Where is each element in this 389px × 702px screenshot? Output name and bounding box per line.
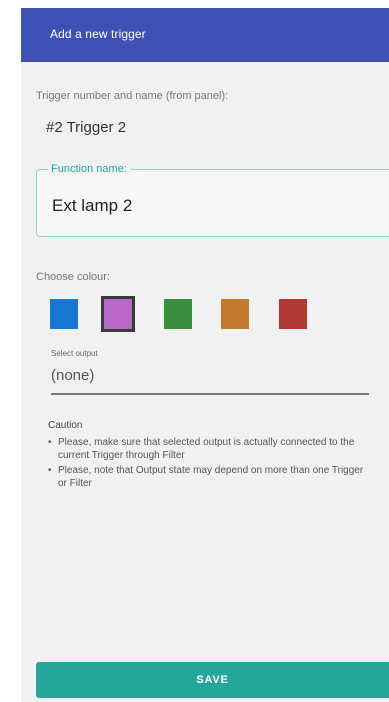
caution-list: • Please, make sure that selected output … bbox=[48, 436, 373, 492]
colour-label: Choose colour: bbox=[36, 271, 110, 283]
dialog-panel: Add a new trigger Trigger number and nam… bbox=[21, 8, 389, 702]
colour-swatch-green[interactable] bbox=[164, 299, 192, 329]
caution-text: Please, note that Output state may depen… bbox=[58, 465, 364, 489]
select-output-dropdown[interactable]: (none) bbox=[51, 367, 94, 384]
caution-title: Caution bbox=[48, 420, 83, 431]
select-output-underline bbox=[51, 393, 369, 395]
bullet-icon: • bbox=[48, 437, 52, 448]
save-button[interactable]: SAVE bbox=[36, 662, 389, 698]
trigger-value: #2 Trigger 2 bbox=[46, 119, 127, 136]
colour-swatch-red[interactable] bbox=[279, 299, 307, 329]
colour-swatch-orange[interactable] bbox=[221, 299, 249, 329]
app-bar-title: Add a new trigger bbox=[50, 27, 146, 41]
bullet-icon: • bbox=[48, 465, 52, 476]
caution-item: • Please, make sure that selected output … bbox=[48, 436, 373, 462]
colour-swatch-blue[interactable] bbox=[50, 299, 78, 329]
function-name-label: Function name: bbox=[48, 163, 130, 175]
select-output-label: Select output bbox=[51, 349, 98, 358]
colour-swatch-purple[interactable] bbox=[101, 296, 135, 332]
app-bar: Add a new trigger bbox=[21, 8, 389, 62]
caution-text: Please, make sure that selected output i… bbox=[58, 437, 355, 461]
trigger-label: Trigger number and name (from panel): bbox=[36, 90, 229, 102]
caution-item: • Please, note that Output state may depe… bbox=[48, 464, 373, 490]
function-name-value[interactable]: Ext lamp 2 bbox=[52, 196, 132, 216]
